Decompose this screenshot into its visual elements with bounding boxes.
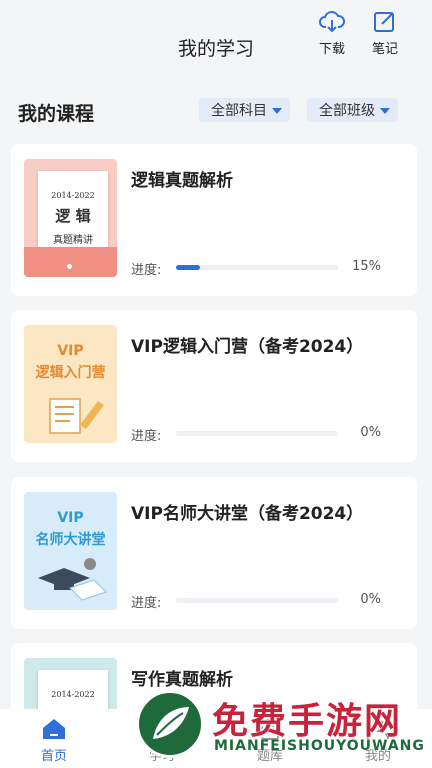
progress-bar <box>176 431 338 436</box>
notes-label: 笔记 <box>371 42 398 57</box>
progress-label: 进度: <box>131 263 162 278</box>
subject-filter-label: 全部科目 <box>211 103 267 119</box>
progress-percent: 0% <box>360 425 381 440</box>
progress-bar <box>176 598 338 603</box>
progress-percent: 0% <box>360 592 381 607</box>
watermark-title: 免费手游网 <box>212 701 403 742</box>
subject-filter-dropdown[interactable]: 全部科目 <box>199 98 290 122</box>
nav-home[interactable]: 首页 <box>24 717 84 764</box>
course-card[interactable]: VIP 逻辑入门营 VIP逻辑入门营（备考2024） 进度: 0% <box>11 310 417 462</box>
course-cover-image: VIP 名师大讲堂 <box>24 492 117 610</box>
course-title: 逻辑真题解析 <box>131 171 233 191</box>
download-button[interactable]: 下载 <box>312 10 352 57</box>
cover-year: 2014-2022 <box>51 191 95 200</box>
top-header: 我的学习 下载 笔记 <box>0 0 432 84</box>
class-filter-label: 全部班级 <box>319 103 375 119</box>
course-cover-image: VIP 逻辑入门营 <box>24 325 117 443</box>
course-card[interactable]: VIP 名师大讲堂 VIP名师大讲堂（备考2024） 进度: 0% <box>11 477 417 629</box>
watermark-subtitle: MIANFEISHOUYOUWANG <box>214 738 425 754</box>
progress-label: 进度: <box>131 596 162 611</box>
course-cover-image: 2014-2022 逻 辑 真题精讲 <box>24 159 117 277</box>
class-filter-dropdown[interactable]: 全部班级 <box>307 98 398 122</box>
download-label: 下载 <box>318 42 345 57</box>
cover-paper: 2014-2022 逻 辑 真题精讲 <box>38 171 108 257</box>
edit-note-icon <box>374 12 394 32</box>
progress-fill <box>176 265 201 270</box>
progress-bar <box>176 265 338 270</box>
nav-home-label: 首页 <box>40 749 67 764</box>
course-title: 写作真题解析 <box>131 670 233 690</box>
caret-down-icon <box>272 108 282 114</box>
progress-label: 进度: <box>131 429 162 444</box>
leaf-logo-icon <box>153 707 189 739</box>
my-courses-header: 我的课程 全部科目 全部班级 <box>0 94 432 128</box>
cover-year: 2014-2022 <box>51 690 95 699</box>
course-card[interactable]: 2014-2022 逻 辑 真题精讲 逻辑真题解析 进度: 15% <box>11 144 417 296</box>
cover-subtitle: 真题精讲 <box>53 235 93 246</box>
watermark-logo <box>136 690 204 758</box>
course-title: VIP名师大讲堂（备考2024） <box>131 504 364 524</box>
cloud-download-icon <box>319 11 345 33</box>
notes-button[interactable]: 笔记 <box>365 10 405 57</box>
notebook-pencil-icon <box>49 398 104 434</box>
cover-dot <box>65 262 74 271</box>
cover-title: 逻 辑 <box>55 207 91 225</box>
home-icon <box>43 719 65 739</box>
course-title: VIP逻辑入门营（备考2024） <box>131 337 364 357</box>
site-watermark: 免费手游网 MIANFEISHOUYOUWANG <box>136 690 426 762</box>
section-title: 我的课程 <box>18 103 95 125</box>
graduation-cap-icon <box>38 558 107 601</box>
caret-down-icon <box>380 108 390 114</box>
progress-percent: 15% <box>352 259 381 274</box>
